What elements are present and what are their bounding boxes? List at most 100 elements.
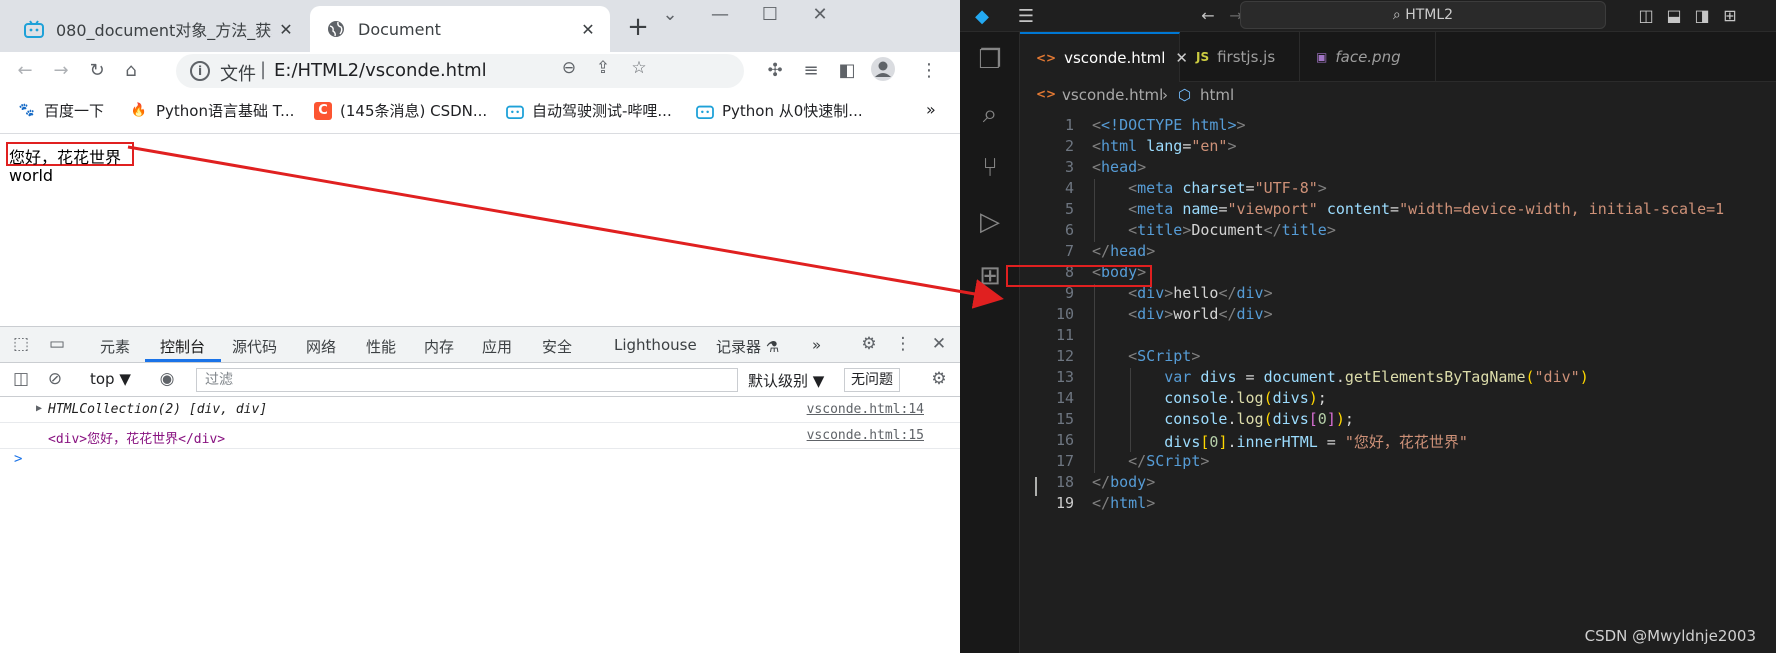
devtools-tab[interactable]: 应用 [482, 336, 512, 357]
menu-kebab-icon[interactable]: ⋮ [914, 56, 944, 86]
toggle-secondary-sidebar-icon[interactable]: ◨ [1692, 6, 1712, 25]
code-line: <div>world</div> [1128, 305, 1273, 323]
console-source-link[interactable]: vsconde.html:14 [807, 402, 924, 417]
code-editor[interactable]: 1 2 3 4 5 6 7 8 9 10 11 12 13 14 15 16 17 18 19 <<!DOCTYPE… [1020, 110, 1776, 653]
close-window-icon[interactable]: ✕ [800, 4, 840, 25]
console-message-text: <div>您好，花花世界</div> [48, 432, 226, 447]
line-number: 17 [1055, 452, 1074, 470]
editor-tab-label: firstjs.js [1217, 48, 1276, 66]
breadcrumb-element[interactable]: html [1200, 86, 1234, 104]
explorer-icon[interactable]: ❐ [974, 44, 1006, 76]
devtools-tab[interactable]: 记录器 ⚗ [716, 336, 779, 357]
line-number: 4 [1064, 179, 1074, 197]
close-tab-icon[interactable]: ✕ [272, 20, 300, 39]
string-token: "viewport" [1227, 200, 1318, 218]
run-debug-icon[interactable]: ▷ [974, 206, 1006, 238]
console-message[interactable]: <div>您好，花花世界</div> vsconde.html:15 [0, 423, 960, 449]
clear-console-icon[interactable]: ⊘ [44, 369, 66, 389]
tab-search-chevron-icon[interactable]: ⌄ [650, 4, 690, 25]
console-settings-gear-icon[interactable]: ⚙ [928, 369, 950, 389]
bookmark-item[interactable]: 🔥 Python语言基础 T... [130, 100, 295, 121]
devtools-tab[interactable]: 内存 [424, 336, 454, 357]
minimize-icon[interactable]: — [700, 4, 740, 25]
devtools-tab[interactable]: 源代码 [232, 336, 277, 357]
sidebar-toggle-icon[interactable]: ◫ [10, 369, 32, 389]
editor-tab-label: vsconde.html [1064, 49, 1166, 67]
bookmarks-more-button[interactable]: » [926, 100, 936, 119]
share-icon[interactable]: ⇪ [590, 58, 616, 78]
address-url[interactable]: E:/HTML2/vsconde.html [274, 60, 487, 81]
browser-tab-lecture[interactable]: 080_document对象_方法_获取元素 ✕ [8, 6, 308, 52]
code-line: divs[0].innerHTML = "您好，花花世界" [1164, 433, 1468, 451]
home-icon[interactable]: ⌂ [116, 56, 146, 86]
reading-list-icon[interactable]: ≡ [796, 56, 826, 86]
bookmark-item[interactable]: C (145条消息) CSDN... [314, 100, 487, 121]
forward-icon[interactable]: → [46, 56, 76, 86]
close-tab-icon[interactable]: ✕ [574, 20, 602, 39]
issues-button[interactable]: 无问题 [844, 368, 900, 392]
extensions-icon[interactable]: ⊞ [974, 260, 1006, 292]
command-center-label: ⌕ HTML2 [1392, 7, 1454, 23]
reload-icon[interactable]: ↻ [82, 56, 112, 86]
profile-avatar-icon[interactable] [868, 56, 898, 86]
side-panel-icon[interactable]: ◧ [832, 56, 862, 86]
bookmark-item[interactable]: 🐾 百度一下 [18, 100, 104, 121]
tag-token: head [1110, 242, 1147, 260]
menu-hamburger-icon[interactable]: ☰ [1016, 6, 1036, 27]
browser-tab-document[interactable]: Document ✕ [310, 6, 610, 52]
editor-tab-face[interactable]: ▣ face.png [1300, 32, 1436, 82]
code-line: var divs = document.getElementsByTagName… [1164, 368, 1589, 386]
flame-icon: 🔥 [130, 103, 148, 118]
expand-triangle-icon[interactable]: ▶ [36, 403, 42, 414]
line-number: 3 [1064, 158, 1074, 176]
context-select[interactable]: top ▼ [90, 370, 131, 388]
bookmark-star-icon[interactable]: ☆ [626, 58, 652, 78]
info-icon[interactable]: i [190, 61, 210, 81]
back-icon[interactable]: ← [10, 56, 40, 86]
command-center-search[interactable]: ⌕ HTML2 [1240, 1, 1606, 29]
extensions-icon[interactable]: ✣ [760, 56, 790, 86]
devtools-tab[interactable]: Lighthouse [614, 336, 697, 354]
customize-layout-icon[interactable]: ⊞ [1720, 6, 1740, 25]
zoom-icon[interactable]: ⊖ [556, 58, 582, 78]
log-level-select[interactable]: 默认级别 ▼ [748, 370, 824, 391]
console-message[interactable]: ▶ HTMLCollection(2) [div, div] vsconde.h… [0, 397, 960, 423]
devtools-tab[interactable]: 元素 [100, 336, 130, 357]
address-bar[interactable]: i 文件 | E:/HTML2/vsconde.html ⊖ ⇪ ☆ [176, 54, 744, 88]
line-number: 2 [1064, 137, 1074, 155]
devtools-tab[interactable]: 性能 [366, 336, 396, 357]
eye-icon[interactable]: ◉ [156, 369, 178, 389]
line-number: 12 [1055, 347, 1074, 365]
code-line: console.log(divs[0]); [1164, 410, 1354, 428]
close-devtools-icon[interactable]: ✕ [928, 334, 950, 354]
devtools-tab[interactable]: 网络 [306, 336, 336, 357]
element-cube-icon: ⬡ [1178, 86, 1192, 104]
maximize-icon[interactable]: ☐ [750, 4, 790, 25]
nav-back-icon[interactable]: ← [1198, 6, 1218, 25]
toggle-sidebar-icon[interactable]: ◫ [1636, 6, 1656, 25]
device-toolbar-icon[interactable]: ▭ [46, 334, 68, 354]
toggle-panel-icon[interactable]: ⬓ [1664, 6, 1684, 25]
breadcrumb-file[interactable]: vsconde.html [1062, 86, 1163, 104]
console-source-link[interactable]: vsconde.html:15 [807, 428, 924, 443]
bookmark-item[interactable]: 自动驾驶测试-哔哩... [506, 100, 672, 121]
devtools-tab[interactable]: 控制台 [160, 336, 205, 357]
editor-tab-firstjs[interactable]: JS firstjs.js [1180, 32, 1300, 82]
bookmark-item[interactable]: Python 从0快速制... [696, 100, 863, 121]
console-filter-input[interactable]: 过滤 [196, 368, 738, 392]
inspect-element-icon[interactable]: ⬚ [10, 334, 32, 354]
devtools-tab[interactable]: 安全 [542, 336, 572, 357]
vscode-titlebar: ◆ ☰ ← → ⌕ HTML2 ◫ ⬓ ◨ ⊞ [960, 0, 1776, 32]
tag-token: head [1101, 158, 1138, 176]
string-token: "div" [1534, 368, 1580, 386]
editor-tab-vsconde[interactable]: <> vsconde.html ✕ [1020, 32, 1188, 82]
devtools-more-tabs-button[interactable]: » [812, 336, 821, 354]
settings-gear-icon[interactable]: ⚙ [858, 334, 880, 354]
console-prompt[interactable]: > [14, 451, 22, 467]
globe-icon [326, 19, 346, 39]
devtools-menu-kebab-icon[interactable]: ⋮ [892, 334, 914, 354]
search-icon[interactable]: ⌕ [974, 98, 1006, 130]
source-control-icon[interactable]: ⑂ [974, 152, 1006, 184]
breadcrumb: <> vsconde.html › ⬡ html [1020, 82, 1776, 110]
tab-title: Document [358, 19, 441, 39]
